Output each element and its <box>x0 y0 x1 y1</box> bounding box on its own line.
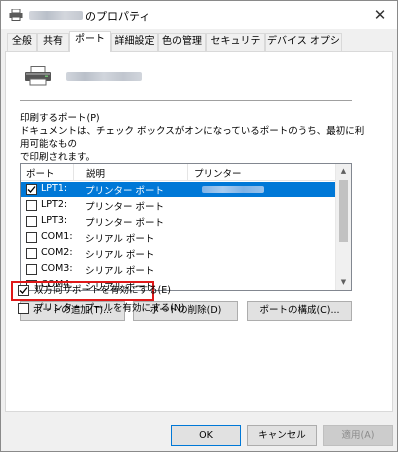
port-checkbox[interactable] <box>26 248 37 259</box>
window-title: のプロパティ <box>85 10 151 23</box>
port-row-com1[interactable]: COM1: シリアル ポート <box>21 230 337 245</box>
tab-sharing[interactable]: 共有 <box>37 33 69 51</box>
port-name: LPT3: <box>41 215 68 226</box>
printer-icon <box>9 8 23 21</box>
printer-icon <box>24 66 52 86</box>
port-row-lpt2[interactable]: LPT2: プリンター ポート <box>21 198 337 213</box>
scroll-thumb[interactable] <box>339 180 348 242</box>
ports-description-line: ドキュメントは、チェック ボックスがオンになっているポートのうち、最初に利用可能… <box>20 126 365 150</box>
column-header-description[interactable]: 説明 <box>81 166 105 180</box>
port-checkbox[interactable] <box>26 232 37 243</box>
tab-device-options[interactable]: デバイス オプション <box>265 33 342 63</box>
vertical-scrollbar[interactable]: ▲ ▼ <box>335 164 351 290</box>
tab-ports[interactable]: ポート <box>69 31 111 52</box>
port-description: プリンター ポート <box>85 186 165 197</box>
port-checkbox[interactable] <box>26 200 37 211</box>
tab-general[interactable]: 全般 <box>7 33 37 51</box>
scroll-down-arrow-icon[interactable]: ▼ <box>336 275 351 290</box>
properties-dialog: のプロパティ ✕ 全般 共有 ポート 詳細設定 色の管理 セキュリティ デバイス… <box>0 0 398 452</box>
port-name: COM2: <box>41 247 73 258</box>
port-name: LPT2: <box>41 199 68 210</box>
ok-button[interactable]: OK <box>171 425 241 446</box>
port-checkbox[interactable] <box>26 264 37 275</box>
printer-name-redacted <box>29 11 83 20</box>
printer-name-redacted <box>66 72 142 81</box>
port-name: COM1: <box>41 231 73 242</box>
column-divider <box>73 164 74 181</box>
scroll-up-arrow-icon[interactable]: ▲ <box>336 164 351 179</box>
close-button[interactable]: ✕ <box>363 1 397 29</box>
port-name: COM3: <box>41 263 73 274</box>
configure-port-button[interactable]: ポートの構成(C)... <box>247 301 352 321</box>
title-bar: のプロパティ ✕ <box>1 1 397 29</box>
port-description: プリンター ポート <box>85 218 165 229</box>
tab-advanced[interactable]: 詳細設定 <box>111 33 158 51</box>
port-description: シリアル ポート <box>85 266 155 277</box>
cancel-button[interactable]: キャンセル <box>247 425 317 446</box>
port-description: シリアル ポート <box>85 234 155 245</box>
printer-name-redacted <box>202 186 264 193</box>
ports-label: 印刷するポート(P) <box>20 113 100 124</box>
pooling-checkbox[interactable] <box>18 303 29 314</box>
list-header: ポート 説明 プリンター <box>21 164 337 181</box>
port-row-lpt3[interactable]: LPT3: プリンター ポート <box>21 214 337 229</box>
column-header-printer[interactable]: プリンター <box>189 166 242 180</box>
port-checkbox[interactable] <box>26 216 37 227</box>
port-checkbox[interactable] <box>26 184 37 195</box>
apply-button[interactable]: 適用(A) <box>323 425 393 446</box>
divider <box>20 100 352 101</box>
tab-bar: 全般 共有 ポート 詳細設定 色の管理 セキュリティ デバイス オプション <box>5 31 395 63</box>
port-description: プリンター ポート <box>85 202 165 213</box>
ports-list[interactable]: ポート 説明 プリンター LPT1: プリンター ポート LPT2: プリンター… <box>20 163 352 291</box>
pooling-label[interactable]: プリンター プールを有効にする(N) <box>34 302 185 316</box>
ports-description: ドキュメントは、チェック ボックスがオンになっているポートのうち、最初に利用可能… <box>20 125 370 164</box>
port-name: LPT1: <box>41 183 68 194</box>
ports-panel: 印刷するポート(P) ドキュメントは、チェック ボックスがオンになっているポート… <box>5 51 393 412</box>
port-row-com3[interactable]: COM3: シリアル ポート <box>21 262 337 277</box>
column-divider <box>187 164 188 181</box>
port-row-com2[interactable]: COM2: シリアル ポート <box>21 246 337 261</box>
column-header-port[interactable]: ポート <box>21 166 55 180</box>
port-description: シリアル ポート <box>85 250 155 261</box>
tab-security[interactable]: セキュリティ <box>206 33 265 63</box>
bidirectional-label[interactable]: 双方向サポートを有効にする(E) <box>34 284 171 298</box>
port-row-lpt1[interactable]: LPT1: プリンター ポート <box>21 182 337 197</box>
tab-color-management[interactable]: 色の管理 <box>158 33 206 51</box>
bidirectional-checkbox[interactable] <box>18 285 29 296</box>
